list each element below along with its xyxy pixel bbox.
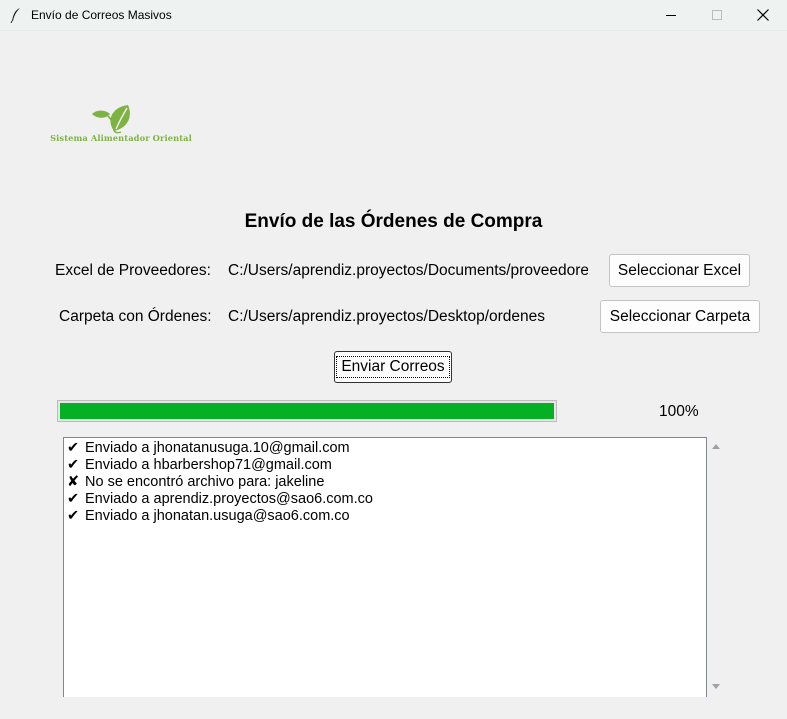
window-title: Envío de Correos Masivos [31,8,172,22]
select-excel-button[interactable]: Seleccionar Excel [609,254,750,287]
log-line: ✔ Enviado a aprendiz.proyectos@sao6.com.c… [67,491,706,508]
scroll-up-icon[interactable] [711,442,721,450]
progress-bar [57,400,557,422]
log-text: Enviado a jhonatanusuga.10@gmail.com [85,440,350,456]
check-icon: ✔ [67,457,80,473]
folder-path: C:/Users/aprendiz.proyectos/Desktop/orde… [228,308,546,325]
logo-text: Sistema Alimentador Oriental [50,133,192,143]
close-icon [757,9,769,21]
cross-icon: ✘ [67,474,80,490]
log-text: Enviado a hbarbershop71@gmail.com [85,457,332,473]
log-text: Enviado a aprendiz.proyectos@sao6.com.co [85,491,373,507]
log-line: ✔ Enviado a jhonatan.usuga@sao6.com.co [67,508,706,525]
check-icon: ✔ [67,491,80,507]
send-emails-label: Enviar Correos [336,356,450,378]
select-folder-button[interactable]: Seleccionar Carpeta [600,300,760,333]
close-button[interactable] [740,0,786,30]
scroll-down-icon[interactable] [711,683,721,691]
log-scrollbar[interactable] [707,437,726,697]
log-line: ✔ Enviado a hbarbershop71@gmail.com [67,457,706,474]
company-logo: Sistema Alimentador Oriental [40,100,202,148]
maximize-icon [712,10,722,20]
folder-label: Carpeta con Órdenes: [59,308,212,325]
check-icon: ✔ [67,508,80,524]
minimize-icon [666,15,676,16]
minimize-button[interactable] [648,0,694,30]
log-text: No se encontró archivo para: jakeline [85,474,325,490]
title-bar: Envío de Correos Masivos [0,0,787,31]
log-textbox[interactable]: ✔ Enviado a jhonatanusuga.10@gmail.com ✔ En… [63,437,707,697]
excel-path: C:/Users/aprendiz.proyectos/Documents/pr… [228,262,588,279]
progress-fill [60,403,554,419]
check-icon: ✔ [67,440,80,456]
log-line: ✘ No se encontró archivo para: jakeline [67,474,706,491]
excel-label: Excel de Proveedores: [55,262,211,279]
log-text: Enviado a jhonatan.usuga@sao6.com.co [85,508,350,524]
leaf-icon [92,105,130,134]
maximize-button[interactable] [694,0,740,30]
progress-percent: 100% [659,403,699,420]
page-title: Envío de las Órdenes de Compra [244,211,543,232]
log-line: ✔ Enviado a jhonatanusuga.10@gmail.com [67,440,706,457]
send-emails-button[interactable]: Enviar Correos [334,351,452,383]
feather-icon [10,8,20,23]
